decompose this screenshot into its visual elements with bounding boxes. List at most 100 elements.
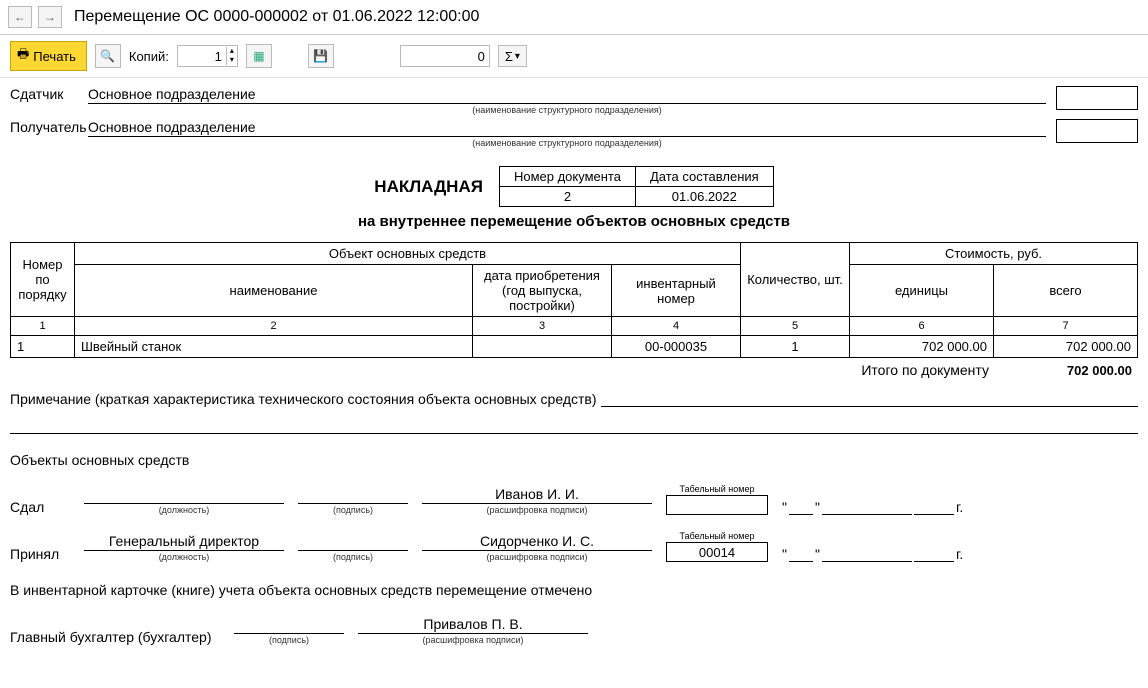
- doc-date-label: Дата составления: [635, 167, 773, 187]
- title-bar: ← → Перемещение ОС 0000-000002 от 01.06.…: [0, 0, 1148, 35]
- prinyal-date: "" г.: [782, 546, 963, 562]
- sdal-tab-label: Табельный номер: [680, 484, 755, 494]
- sdal-position: [84, 484, 284, 504]
- col-1: 1: [11, 317, 75, 336]
- prinyal-tab-value: 00014: [666, 542, 768, 562]
- grid-icon: ▦: [253, 49, 264, 63]
- copies-label: Копий:: [129, 49, 169, 64]
- numeric-field[interactable]: [400, 45, 490, 67]
- accountant-name: Привалов П. В.: [358, 614, 588, 634]
- grid-button[interactable]: ▦: [246, 44, 272, 68]
- cell-unit: 702 000.00: [850, 336, 994, 358]
- accountant-sign-hint: (подпись): [269, 635, 309, 645]
- forward-button[interactable]: →: [38, 6, 62, 28]
- sdal-label: Сдал: [10, 499, 70, 515]
- col-5: 5: [741, 317, 850, 336]
- print-button[interactable]: 🖶 Печать: [10, 41, 87, 71]
- total-label: Итого по документу: [10, 358, 993, 381]
- th-num: Номер по порядку: [11, 243, 75, 317]
- prinyal-name: Сидорченко И. С.: [422, 531, 652, 551]
- copies-spinner[interactable]: ▴ ▾: [177, 45, 238, 67]
- accountant-label: Главный бухгалтер (бухгалтер): [10, 629, 220, 645]
- save-icon: 💾: [313, 49, 328, 63]
- cell-total: 702 000.00: [994, 336, 1138, 358]
- prinyal-sign-hint: (подпись): [333, 552, 373, 562]
- receiver-value: Основное подразделение: [88, 119, 1046, 137]
- sender-row: Сдатчик Основное подразделение (наименов…: [10, 86, 1138, 115]
- prinyal-tab-label: Табельный номер: [680, 531, 755, 541]
- th-total: всего: [994, 265, 1138, 317]
- spinner-down[interactable]: ▾: [227, 56, 237, 65]
- prinyal-position-hint: (должность): [159, 552, 210, 562]
- subtitle: на внутреннее перемещение объектов основ…: [10, 213, 1138, 230]
- table-row: 1 Швейный станок 00-000035 1 702 000.00 …: [11, 336, 1138, 358]
- preview-button[interactable]: 🔍: [95, 44, 121, 68]
- printer-icon: 🖶: [17, 45, 29, 67]
- sigma-icon: Σ: [505, 49, 513, 64]
- title-block: НАКЛАДНАЯ Номер документа Дата составлен…: [10, 166, 1138, 207]
- prinyal-position: Генеральный директор: [84, 531, 284, 551]
- sdal-decode-hint: (расшифровка подписи): [487, 505, 588, 515]
- print-label: Печать: [33, 49, 76, 64]
- sdal-tab-value: [666, 495, 768, 515]
- th-unit: единицы: [850, 265, 994, 317]
- prinyal-sign: [298, 531, 408, 551]
- main-table: Номер по порядку Объект основных средств…: [10, 242, 1138, 358]
- th-inv: инвентарный номер: [612, 265, 741, 317]
- col-3: 3: [473, 317, 612, 336]
- sender-code-box: [1056, 86, 1138, 110]
- doc-num-value: 2: [499, 187, 635, 207]
- preview-icon: 🔍: [100, 49, 115, 63]
- note-line-2: [10, 407, 1138, 434]
- note-row: Примечание (краткая характеристика техни…: [10, 391, 1138, 407]
- col-6: 6: [850, 317, 994, 336]
- document-title: Перемещение ОС 0000-000002 от 01.06.2022…: [74, 8, 479, 26]
- sigma-button[interactable]: Σ ▾: [498, 45, 527, 67]
- prinyal-label: Принял: [10, 546, 70, 562]
- cell-num: 1: [11, 336, 75, 358]
- note-line: [601, 406, 1138, 407]
- accountant-decode-hint: (расшифровка подписи): [423, 635, 524, 645]
- header-table: Номер документа Дата составления 2 01.06…: [499, 166, 774, 207]
- prinyal-row: Принял Генеральный директор (должность) …: [10, 531, 1138, 562]
- th-acq: дата приобретения (год выпуска, постройк…: [473, 265, 612, 317]
- doc-date-value: 01.06.2022: [635, 187, 773, 207]
- sdal-name: Иванов И. И.: [422, 484, 652, 504]
- cell-inv: 00-000035: [612, 336, 741, 358]
- sender-hint: (наименование структурного подразделения…: [88, 105, 1046, 115]
- sdal-position-hint: (должность): [159, 505, 210, 515]
- sdal-row: Сдал (должность) (подпись) Иванов И. И. …: [10, 484, 1138, 515]
- total-row: Итого по документу 702 000.00: [10, 358, 1138, 381]
- action-bar: 🖶 Печать 🔍 Копий: ▴ ▾ ▦ 💾 Σ ▾: [0, 35, 1148, 78]
- sender-value: Основное подразделение: [88, 86, 1046, 104]
- cell-acq: [473, 336, 612, 358]
- prinyal-decode-hint: (расшифровка подписи): [487, 552, 588, 562]
- sender-label: Сдатчик: [10, 86, 88, 102]
- main-title: НАКЛАДНАЯ: [374, 177, 483, 197]
- col-4: 4: [612, 317, 741, 336]
- note-label: Примечание (краткая характеристика техни…: [10, 391, 597, 407]
- th-name: наименование: [75, 265, 473, 317]
- receiver-label: Получатель: [10, 119, 88, 135]
- th-object: Объект основных средств: [75, 243, 741, 265]
- dropdown-icon: ▾: [515, 51, 520, 62]
- sdal-date: "" г.: [782, 499, 963, 515]
- objects-label: Объекты основных средств: [10, 452, 1138, 468]
- doc-num-label: Номер документа: [499, 167, 635, 187]
- receiver-code-box: [1056, 119, 1138, 143]
- receiver-row: Получатель Основное подразделение (наиме…: [10, 119, 1138, 148]
- accountant-sign: [234, 614, 344, 634]
- receiver-hint: (наименование структурного подразделения…: [88, 138, 1046, 148]
- th-cost: Стоимость, руб.: [850, 243, 1138, 265]
- copies-input[interactable]: [178, 47, 226, 65]
- save-button[interactable]: 💾: [308, 44, 334, 68]
- col-7: 7: [994, 317, 1138, 336]
- col-2: 2: [75, 317, 473, 336]
- cell-qty: 1: [741, 336, 850, 358]
- total-value: 702 000.00: [993, 358, 1138, 381]
- accountant-row: Главный бухгалтер (бухгалтер) (подпись) …: [10, 614, 1138, 645]
- sdal-sign-hint: (подпись): [333, 505, 373, 515]
- back-button[interactable]: ←: [8, 6, 32, 28]
- card-note: В инвентарной карточке (книге) учета объ…: [10, 582, 1138, 598]
- document-body: Сдатчик Основное подразделение (наименов…: [0, 78, 1148, 665]
